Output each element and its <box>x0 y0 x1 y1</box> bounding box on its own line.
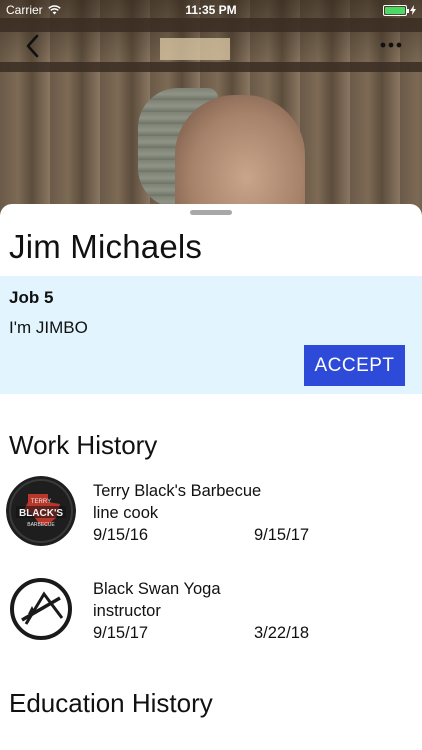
charging-bolt-icon <box>410 5 416 15</box>
company-name: Terry Black's Barbecue <box>93 482 262 500</box>
company-name: Black Swan Yoga <box>93 580 221 598</box>
wifi-icon <box>47 5 61 15</box>
more-options-button[interactable] <box>378 34 406 54</box>
status-time: 11:35 PM <box>185 3 237 17</box>
status-bar: Carrier 11:35 PM <box>0 0 422 20</box>
photo-face <box>175 95 305 215</box>
work-history-item[interactable]: BLACK'S TERRY BARBECUE Terry Black's Bar… <box>0 476 422 558</box>
profile-sheet: Jim Michaels Job 5 I'm JIMBO ACCEPT Work… <box>0 204 422 750</box>
svg-text:TERRY: TERRY <box>31 499 51 505</box>
black-swan-yoga-logo-icon <box>7 575 75 643</box>
status-right <box>383 4 416 16</box>
back-button[interactable] <box>20 32 46 60</box>
accept-button[interactable]: ACCEPT <box>304 345 405 386</box>
job-role: instructor <box>93 602 161 620</box>
photo-beam <box>0 62 422 72</box>
job-title: Job 5 <box>9 288 54 307</box>
chevron-left-icon <box>26 34 39 58</box>
profile-cover-photo <box>0 0 422 215</box>
terry-blacks-logo-icon: BLACK'S TERRY BARBECUE <box>6 476 76 546</box>
end-date: 9/15/17 <box>254 526 310 544</box>
start-date: 9/15/17 <box>93 624 149 642</box>
carrier-label: Carrier <box>6 3 43 17</box>
job-description: I'm JIMBO <box>9 318 88 337</box>
sheet-grabber[interactable] <box>190 210 232 215</box>
job-role: line cook <box>93 504 159 522</box>
start-date: 9/15/16 <box>93 526 149 544</box>
work-history-title: Work History <box>9 430 158 460</box>
status-left: Carrier <box>6 3 61 17</box>
education-history-title: Education History <box>9 688 213 718</box>
work-history-item[interactable]: Black Swan Yoga instructor 9/15/17 3/22/… <box>0 574 422 656</box>
svg-text:BARBECUE: BARBECUE <box>27 522 55 528</box>
end-date: 3/22/18 <box>254 624 310 642</box>
job-card: Job 5 I'm JIMBO ACCEPT <box>0 276 422 394</box>
photo-light <box>160 38 230 60</box>
photo-beam <box>0 18 422 32</box>
battery-icon <box>383 4 409 16</box>
company-logo: BLACK'S TERRY BARBECUE <box>6 476 76 546</box>
ellipsis-icon <box>380 42 402 48</box>
profile-name: Jim Michaels <box>9 228 203 265</box>
company-logo <box>6 574 76 644</box>
svg-text:BLACK'S: BLACK'S <box>19 508 63 519</box>
